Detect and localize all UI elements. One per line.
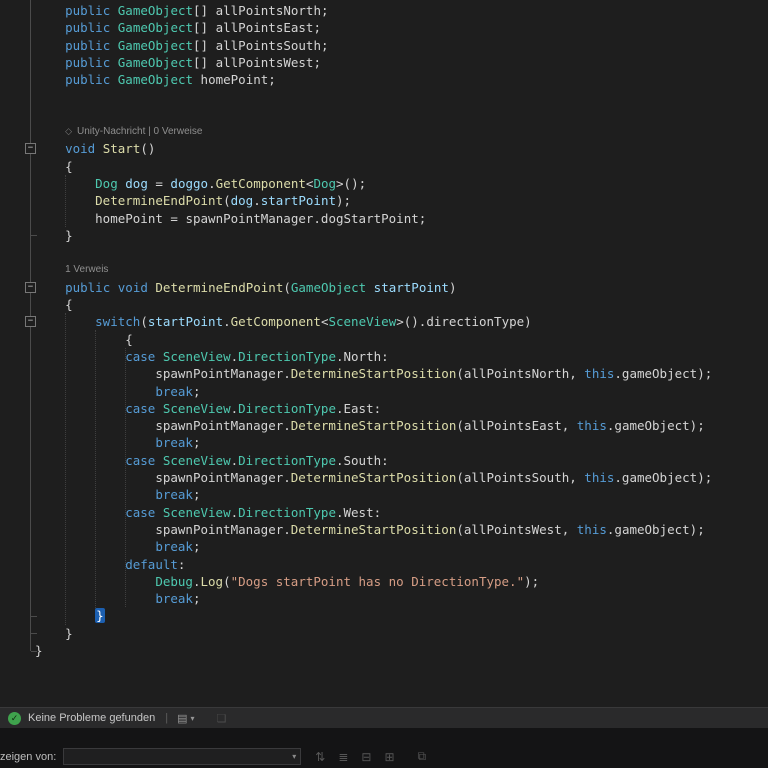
code-line[interactable]: } — [35, 642, 768, 659]
code-line[interactable]: spawnPointManager.DetermineStartPosition… — [35, 417, 768, 434]
code-line[interactable]: } — [35, 227, 768, 244]
view-options-icon[interactable]: ▤ — [177, 712, 187, 725]
sort-icon[interactable]: ⇅ — [315, 750, 325, 764]
unity-icon: ◇ — [65, 126, 72, 137]
code-line[interactable]: default: — [35, 556, 768, 573]
chevron-down-icon: ▾ — [292, 752, 297, 761]
code-line[interactable]: case SceneView.DirectionType.East: — [35, 400, 768, 417]
bottom-toolbar: zeigen von: ▾ ⇅ ≣ ⊟ ⊞ ⧉ — [0, 748, 768, 765]
code-line[interactable]: { — [35, 331, 768, 348]
code-editor[interactable]: − − − public GameObject[] allPointsNorth… — [0, 0, 768, 707]
code-line[interactable]: spawnPointManager.DetermineStartPosition… — [35, 469, 768, 486]
code-line[interactable]: public GameObject[] allPointsWest; — [35, 54, 768, 71]
code-line[interactable]: Debug.Log("Dogs startPoint has no Direct… — [35, 573, 768, 590]
code-line[interactable]: break; — [35, 383, 768, 400]
dock-panel-icon[interactable]: ⧉ — [418, 749, 427, 764]
check-circle-icon: ✓ — [8, 711, 21, 725]
problems-bar: ✓ Keine Probleme gefunden | ▤ ▾ ❏ — [0, 707, 768, 728]
code-line[interactable]: public GameObject[] allPointsSouth; — [35, 37, 768, 54]
code-area: public GameObject[] allPointsNorth; publi… — [35, 2, 768, 659]
code-line[interactable]: void Start() — [35, 140, 768, 157]
code-line[interactable]: } — [35, 625, 768, 642]
code-line[interactable]: break; — [35, 486, 768, 503]
codelens-text: Unity-Nachricht | 0 Verweise — [77, 126, 203, 138]
toolbar-icons: ⇅ ≣ ⊟ ⊞ ⧉ — [315, 749, 426, 764]
code-line[interactable]: { — [35, 158, 768, 175]
codelens-text: 1 Verweis — [65, 264, 109, 276]
show-from-label: zeigen von: — [0, 750, 57, 763]
ide-window: − − − public GameObject[] allPointsNorth… — [0, 0, 768, 768]
code-line[interactable]: { — [35, 296, 768, 313]
code-line[interactable]: DetermineEndPoint(dog.startPoint); — [35, 192, 768, 209]
separator: | — [165, 712, 169, 724]
code-line[interactable]: case SceneView.DirectionType.North: — [35, 348, 768, 365]
problems-status-text[interactable]: Keine Probleme gefunden — [28, 712, 155, 724]
code-line-blank[interactable] — [35, 106, 768, 123]
code-line-blank[interactable] — [35, 244, 768, 261]
code-line[interactable]: break; — [35, 434, 768, 451]
code-line[interactable]: public void DetermineEndPoint(GameObject… — [35, 279, 768, 296]
columns-icon[interactable]: ❏ — [217, 712, 227, 725]
code-line[interactable]: homePoint = spawnPointManager.dogStartPo… — [35, 210, 768, 227]
chevron-down-icon[interactable]: ▾ — [190, 714, 194, 723]
code-line[interactable]: public GameObject homePoint; — [35, 71, 768, 88]
expand-all-icon[interactable]: ⊞ — [384, 750, 394, 764]
code-line[interactable]: break; — [35, 538, 768, 555]
code-line[interactable]: Dog dog = doggo.GetComponent<Dog>(); — [35, 175, 768, 192]
code-line[interactable]: case SceneView.DirectionType.West: — [35, 504, 768, 521]
code-line[interactable]: public GameObject[] allPointsNorth; — [35, 2, 768, 19]
codelens[interactable]: ◇ Unity-Nachricht | 0 Verweise — [35, 123, 768, 140]
code-line[interactable]: break; — [35, 590, 768, 607]
code-line[interactable]: switch(startPoint.GetComponent<SceneView… — [35, 313, 768, 330]
code-line[interactable]: public GameObject[] allPointsEast; — [35, 19, 768, 36]
code-line[interactable]: } — [35, 607, 768, 624]
code-line[interactable]: case SceneView.DirectionType.South: — [35, 452, 768, 469]
list-view-icon[interactable]: ≣ — [338, 750, 348, 764]
codelens[interactable]: 1 Verweis — [35, 261, 768, 278]
show-from-combobox[interactable]: ▾ — [63, 748, 302, 765]
collapse-all-icon[interactable]: ⊟ — [361, 750, 371, 764]
code-line[interactable]: spawnPointManager.DetermineStartPosition… — [35, 521, 768, 538]
code-line-blank[interactable] — [35, 88, 768, 105]
bottom-panel: zeigen von: ▾ ⇅ ≣ ⊟ ⊞ ⧉ — [0, 728, 768, 768]
code-line[interactable]: spawnPointManager.DetermineStartPosition… — [35, 365, 768, 382]
